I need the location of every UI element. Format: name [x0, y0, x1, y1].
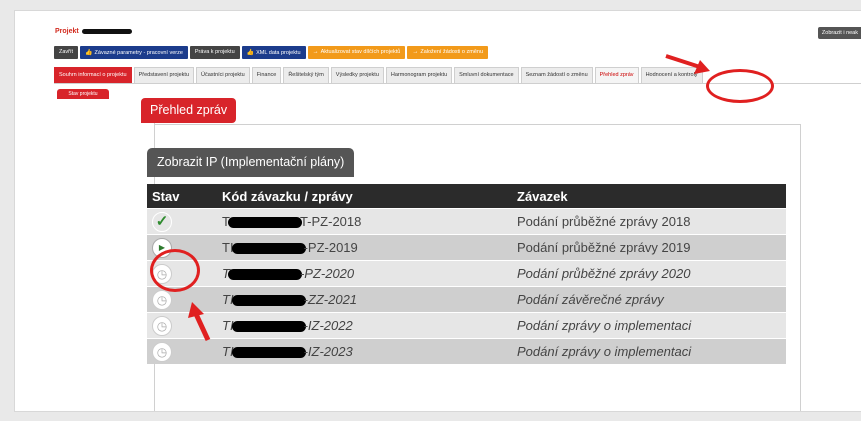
- code-suffix: -IZ-2023: [303, 344, 353, 359]
- thumb-up-icon: 👍: [85, 50, 93, 56]
- code-suffix: -PZ-2020: [299, 266, 355, 281]
- code-cell: TI -IZ-2023: [217, 338, 512, 364]
- tab-item[interactable]: Seznam žádostí o změnu: [520, 67, 593, 83]
- clock-icon[interactable]: ◷: [152, 289, 172, 310]
- toolbar-button-label: Závazné parametry - pracovní verze: [94, 50, 183, 56]
- duty-cell: Podání zprávy o implementaci: [512, 312, 786, 339]
- duty-cell: Podání průběžné zprávy 2020: [512, 260, 786, 287]
- arrow-right-icon: →: [312, 49, 319, 55]
- code-suffix: -PZ-2019: [303, 240, 358, 255]
- panel-top-border: [155, 124, 800, 125]
- table-row[interactable]: ◷ T -PZ-2020 Podání průběžné zprávy 2020: [147, 260, 786, 287]
- tab-item[interactable]: Výsledky projektu: [330, 67, 384, 83]
- code-suffix: T-PZ-2018: [299, 214, 362, 229]
- highlight-circle-status: [150, 249, 200, 292]
- header-status: Stav: [147, 184, 217, 209]
- annotation-arrow-status: [188, 302, 211, 342]
- code-suffix: -IZ-2022: [303, 318, 353, 333]
- table-row[interactable]: ◷ TI -IZ-2023 Podání zprávy o implementaci: [147, 338, 786, 364]
- toolbar-button[interactable]: Zavřít: [54, 46, 79, 59]
- tab-item[interactable]: Finance: [251, 67, 282, 83]
- subtab-project-state[interactable]: Stav projektu: [57, 89, 109, 99]
- code-cell: TI -PZ-2019: [217, 234, 512, 261]
- table-row[interactable]: ▶ TI -PZ-2019 Podání průběžné zprávy 2019: [147, 234, 786, 261]
- toolbar-button[interactable]: → Aktualizovat stav dílčích projektů: [307, 46, 406, 59]
- tab-item[interactable]: Souhrn informací o projektu: [54, 67, 132, 83]
- redacted-code: [227, 217, 302, 229]
- show-implementation-plans-button[interactable]: Zobrazit IP (Implementační plány): [147, 148, 355, 177]
- thumb-up-icon: 👍: [246, 50, 255, 56]
- check-icon[interactable]: ✓: [152, 211, 172, 232]
- duty-cell: Podání průběžné zprávy 2019: [512, 234, 786, 261]
- panel-right-border: [800, 124, 801, 411]
- toolbar-button[interactable]: Práva k projektu: [189, 46, 240, 59]
- status-cell: ✓: [147, 208, 217, 235]
- left-sidebar: [54, 99, 155, 411]
- annotation-arrow-tab: [665, 54, 710, 74]
- table-row[interactable]: ◷ TI -ZZ-2021 Podání závěrečné zprávy: [147, 286, 786, 313]
- project-title: Projekt: [55, 28, 132, 35]
- redacted-code: [231, 295, 306, 307]
- tab-item[interactable]: Účastníci projektu: [196, 67, 250, 83]
- tab-item[interactable]: Smluvní dokumentace: [454, 67, 519, 83]
- toolbar-button[interactable]: 👍 XML data projektu: [241, 46, 306, 59]
- toolbar-button-label: Založení žádosti o změnu: [420, 49, 484, 55]
- tab-item[interactable]: Harmonogram projektu: [385, 67, 453, 83]
- section-title: Přehled zpráv: [141, 98, 237, 123]
- toolbar-button[interactable]: 👍 Závazné parametry - pracovní verze: [80, 46, 188, 59]
- duty-cell: Podání závěrečné zprávy: [512, 286, 786, 313]
- tab-item[interactable]: Řešitelský tým: [283, 67, 329, 83]
- project-title-label: Projekt: [55, 28, 79, 35]
- show-inactive-button[interactable]: Zobrazit i neak: [817, 27, 861, 39]
- code-suffix: -ZZ-2021: [303, 292, 358, 307]
- tab-item[interactable]: Přehled zpráv: [594, 67, 639, 83]
- redacted-code: [231, 347, 306, 359]
- toolbar-button-label: XML data projektu: [256, 50, 301, 56]
- duty-cell: Podání zprávy o implementaci: [512, 338, 786, 364]
- redacted-project-id: [81, 28, 132, 34]
- toolbar-button-label: Práva k projektu: [194, 49, 235, 55]
- redacted-code: [231, 243, 306, 255]
- clock-icon[interactable]: ◷: [152, 315, 172, 336]
- toolbar-button-label: Aktualizovat stav dílčích projektů: [320, 49, 401, 55]
- redacted-code: [227, 269, 302, 281]
- duty-cell: Podání průběžné zprávy 2018: [512, 208, 786, 235]
- project-tabs: Souhrn informací o projektu Představení p…: [54, 67, 703, 83]
- toolbar-button[interactable]: → Založení žádosti o změnu: [407, 46, 489, 59]
- toolbar-button-label: Zavřít: [59, 49, 74, 55]
- code-cell: T -PZ-2020: [217, 260, 512, 287]
- code-cell: TI -IZ-2022: [217, 312, 512, 339]
- redacted-code: [231, 321, 306, 333]
- tab-item[interactable]: Představení projektu: [133, 67, 195, 83]
- project-toolbar: Zavřít 👍 Závazné parametry - pracovní verz…: [54, 46, 489, 59]
- header-duty: Závazek: [512, 184, 786, 209]
- code-cell: TI -ZZ-2021: [217, 286, 512, 313]
- clock-icon[interactable]: ◷: [152, 341, 172, 362]
- table-row[interactable]: ◷ TI -IZ-2022 Podání zprávy o implementaci: [147, 312, 786, 339]
- header-code: Kód závazku / zprávy: [217, 184, 512, 209]
- table-header-row: Stav Kód závazku / zprávy Závazek: [147, 184, 786, 209]
- reports-table: Stav Kód závazku / zprávy Závazek ✓ T T-PZ…: [147, 184, 786, 364]
- code-cell: T T-PZ-2018: [217, 208, 512, 235]
- arrow-right-icon: →: [412, 49, 419, 55]
- table-row[interactable]: ✓ T T-PZ-2018 Podání průběžné zprávy 2018: [147, 208, 786, 235]
- highlight-circle-tab: [706, 69, 774, 103]
